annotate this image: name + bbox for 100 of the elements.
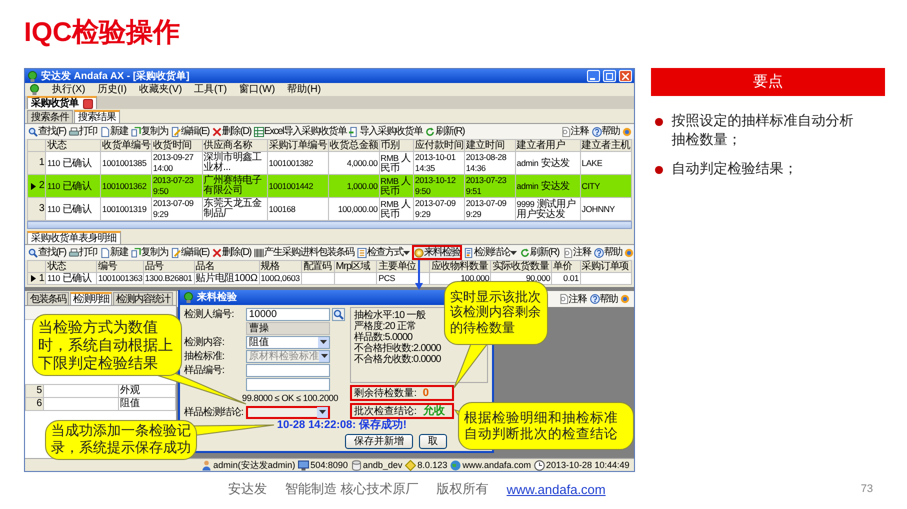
column-header[interactable]: 品名 xyxy=(194,260,260,272)
column-header[interactable]: Mrp区域 xyxy=(334,260,377,272)
toolbar-button[interactable]: 查找(F) xyxy=(27,246,67,260)
table-cell: 外观 xyxy=(118,384,176,398)
range-text: 99.8000 ≤ OK ≤ 100.2000 xyxy=(242,392,338,404)
status-text: 8.0.123 xyxy=(417,460,448,470)
menu-item[interactable]: 收藏夹(V) xyxy=(138,84,182,95)
field-label: 样品检测结论: xyxy=(184,406,244,418)
toolbar-button[interactable]: Excel导入采购收货单 xyxy=(253,124,348,138)
column-header[interactable]: 建立时间 xyxy=(464,140,516,152)
dialog-title: 来料检验 xyxy=(197,292,237,303)
tab[interactable]: 包装条码 xyxy=(27,292,69,305)
table-cell: 110 已确认 xyxy=(46,174,101,198)
column-header[interactable]: 单价 xyxy=(552,260,580,272)
section-header: 要点 xyxy=(650,68,885,96)
column-header[interactable]: 状态 xyxy=(46,260,97,272)
tab[interactable]: 检测明细 xyxy=(70,292,112,305)
table-cell: CITY xyxy=(580,174,632,198)
input-field[interactable]: 10000 xyxy=(246,308,330,320)
toolbar-button[interactable]: 检查方式 xyxy=(356,246,412,260)
column-header[interactable]: 实际收货数量 xyxy=(490,260,552,272)
column-header[interactable]: 应收物料数量 xyxy=(430,260,491,272)
column-header[interactable]: 编号 xyxy=(96,260,144,272)
footer-text: 安达发 xyxy=(228,480,267,498)
dropdown-field[interactable]: 阻值 xyxy=(246,336,330,348)
toolbar-button[interactable]: 帮助 xyxy=(592,246,623,260)
bullet-text: 自动判定检验结果； xyxy=(672,160,798,179)
toolbar-button[interactable]: 删除(D) xyxy=(211,246,252,260)
column-header[interactable]: 品号 xyxy=(143,260,194,272)
callout-bubble: 根据检验明细和抽检标准自动判断批次的检查结论 xyxy=(458,402,634,450)
toolbar-button[interactable]: 导入采购收货单 xyxy=(348,124,424,138)
field-label: 剩余待检数量: xyxy=(354,388,417,398)
toolbar-button[interactable]: 新建 xyxy=(98,246,129,260)
slide-title: IQC检验操作 xyxy=(24,16,180,49)
column-header[interactable]: 币别 xyxy=(379,140,414,152)
table-cell: 1001001442 xyxy=(267,174,328,198)
column-header[interactable]: 建立者主机 xyxy=(580,140,632,152)
toolbar-button[interactable]: 新建 xyxy=(98,124,129,138)
toolbar-button[interactable]: 刷新(R) xyxy=(519,246,560,260)
field-label: 批次检查结论: xyxy=(354,406,417,416)
toolbar-button[interactable]: 打印 xyxy=(68,124,98,138)
window-title: 安达发 Andafa AX - [采购收货单] xyxy=(41,70,191,82)
info-text: 抽检水平:10 一般 xyxy=(354,310,426,321)
toolbar-button[interactable]: 刷新(R) xyxy=(424,124,466,138)
column-header[interactable]: 收货单编号 xyxy=(100,140,152,152)
info-text: 不合格允收数:0.0000 xyxy=(354,354,441,365)
menu-item[interactable]: 执行(X) xyxy=(52,84,86,95)
field-label: 检测人编号: xyxy=(184,308,235,320)
toolbar-button[interactable]: 注释 xyxy=(562,246,592,260)
column-header[interactable]: 主要单位 xyxy=(376,260,430,272)
status-message: 10-28 14:22:08: 保存成功! xyxy=(277,419,407,431)
menu-item[interactable]: 历史(I) xyxy=(97,84,127,95)
tab[interactable]: 搜索条件 xyxy=(27,110,73,123)
tab[interactable]: 检测内容统计 xyxy=(113,292,173,305)
tab[interactable]: 采购收货单表身明细 xyxy=(27,231,120,244)
column-header[interactable]: 采购订单编号 xyxy=(267,140,328,152)
status-text: admin(安达发admin) xyxy=(213,460,296,470)
dialog-button[interactable]: 保存并新增 xyxy=(345,434,413,449)
column-header[interactable]: 供应商名称 xyxy=(202,140,268,152)
column-header[interactable]: 应付款时间 xyxy=(414,140,464,152)
table-cell: 1,000.00 xyxy=(328,174,379,198)
toolbar-button[interactable]: 帮助 xyxy=(590,124,621,138)
toolbar-button[interactable]: 打印 xyxy=(68,246,98,260)
toolbar-button[interactable]: 注释 xyxy=(558,292,588,306)
row-number: 3 xyxy=(39,204,44,214)
row-number: 2 xyxy=(39,181,44,191)
column-header[interactable]: 采购订单项 xyxy=(580,260,632,272)
website-link[interactable]: www.andafa.com xyxy=(506,482,606,496)
toolbar-button[interactable]: 检测结论 xyxy=(463,246,518,260)
column-header[interactable]: 状态 xyxy=(46,140,101,152)
column-header[interactable]: 建立者用户 xyxy=(515,140,580,152)
tab[interactable]: 搜索结果 xyxy=(74,110,120,123)
field-label: 检测内容: xyxy=(184,336,226,348)
result-value: 允收 xyxy=(422,406,445,416)
toolbar-button[interactable]: 产生采购进料包装条码 xyxy=(253,246,356,260)
menu-item[interactable]: 工具(T) xyxy=(194,84,227,95)
toolbar-button[interactable]: 复制为 xyxy=(130,246,169,260)
toolbar-button[interactable]: 帮助 xyxy=(588,292,619,306)
status-text: andb_dev xyxy=(362,460,402,470)
toolbar-button[interactable]: 编辑(E) xyxy=(170,246,210,260)
name-display: 曹操 xyxy=(246,322,330,334)
column-header[interactable]: 配置码 xyxy=(302,260,334,272)
status-text: www.andafa.com xyxy=(462,460,531,470)
toolbar-button[interactable]: 查找(F) xyxy=(27,124,67,138)
toolbar-button[interactable]: 复制为 xyxy=(130,124,169,138)
row-number: 1 xyxy=(39,158,44,168)
column-header[interactable]: 规格 xyxy=(259,260,302,272)
column-header[interactable]: 收货总金额 xyxy=(328,140,379,152)
toolbar-button[interactable]: 注释 xyxy=(560,124,590,138)
menu-item[interactable]: 帮助(H) xyxy=(287,84,321,95)
row-number: 5 xyxy=(36,385,42,396)
dialog-button[interactable]: 取 xyxy=(419,434,447,449)
table-cell: 110 已确认 xyxy=(46,272,97,284)
table-cell: 1300.B26801 xyxy=(143,272,194,284)
table-cell: 阻值 xyxy=(118,398,176,410)
menu-item[interactable]: 窗口(W) xyxy=(238,84,276,95)
toolbar-button[interactable]: 编辑(E) xyxy=(170,124,210,138)
column-header[interactable]: 收货时间 xyxy=(151,140,202,152)
footer-text: 版权所有 xyxy=(436,480,489,498)
toolbar-button[interactable]: 删除(D) xyxy=(211,124,252,138)
